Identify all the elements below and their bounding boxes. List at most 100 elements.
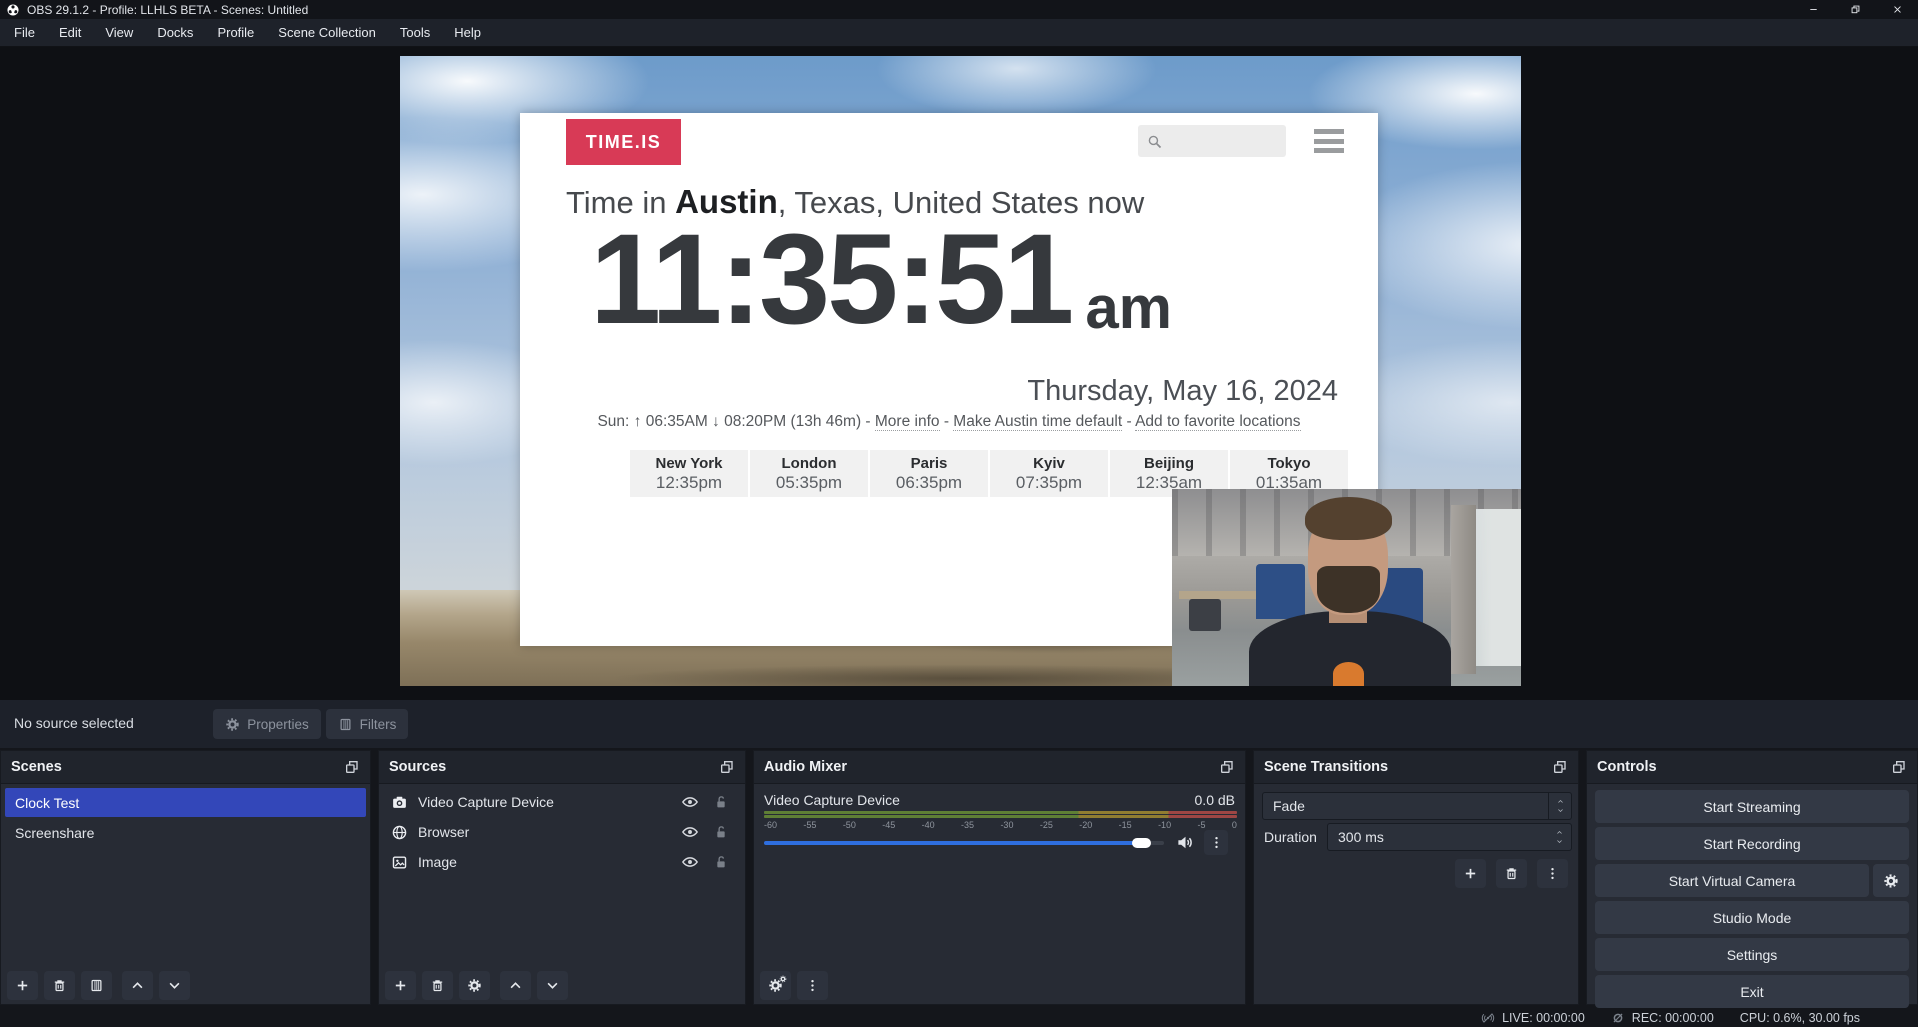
cpu-status: CPU: 0.6%, 30.00 fps [1740,1011,1860,1025]
scenes-panel: Scenes Clock Test Screenshare [0,750,371,1005]
controls-panel: Controls Start Streaming Start Recording… [1586,750,1918,1005]
transition-buttons [1455,859,1568,888]
close-button[interactable] [1876,0,1918,19]
popout-icon[interactable] [1552,759,1568,775]
menu-file[interactable]: File [2,19,47,46]
more-info-link: More info [875,413,940,431]
source-item-browser[interactable]: Browser [381,817,743,847]
popout-icon[interactable] [1219,759,1235,775]
menu-profile[interactable]: Profile [205,19,266,46]
source-move-down-button[interactable] [537,971,568,1000]
restore-button[interactable] [1834,0,1876,19]
city-cell: Paris06:35pm [870,450,988,497]
volume-meter [764,811,1237,818]
sources-header[interactable]: Sources [379,751,745,784]
source-properties-button[interactable] [459,971,490,1000]
scene-item-clock-test[interactable]: Clock Test [5,788,366,817]
exit-button[interactable]: Exit [1595,975,1909,1008]
program-canvas[interactable]: TIME.IS Time in Austin, Texas, United St… [400,56,1521,686]
advanced-audio-button[interactable] [760,971,791,1000]
make-default-link: Make Austin time default [953,413,1122,431]
source-item-image[interactable]: Image [381,847,743,877]
studio-mode-button[interactable]: Studio Mode [1595,901,1909,934]
office-chair [1189,599,1220,631]
start-streaming-button[interactable]: Start Streaming [1595,790,1909,823]
scene-item-screenshare[interactable]: Screenshare [5,818,366,847]
timeis-logo: TIME.IS [566,119,681,165]
menu-edit[interactable]: Edit [47,19,93,46]
select-arrows[interactable] [1548,793,1571,819]
live-broadcast-icon [1481,1011,1495,1025]
time-meridiem: am [1085,281,1172,335]
add-scene-button[interactable] [7,971,38,1000]
preview-area[interactable]: TIME.IS Time in Austin, Texas, United St… [0,47,1918,700]
popout-icon[interactable] [344,759,360,775]
hamburger-menu-icon [1314,129,1344,153]
properties-button[interactable]: Properties [213,709,321,739]
scene-filters-button[interactable] [81,971,112,1000]
city-cell: Kyiv07:35pm [990,450,1108,497]
visibility-eye-icon[interactable] [681,823,699,841]
scene-move-up-button[interactable] [122,971,153,1000]
visibility-eye-icon[interactable] [681,853,699,871]
menu-tools[interactable]: Tools [388,19,442,46]
source-toolbar-row: No source selected Properties Filters [0,700,1918,748]
camera-icon [391,794,408,811]
mixer-menu-button[interactable] [797,971,828,1000]
plus-icon [15,978,30,993]
menu-scene-collection[interactable]: Scene Collection [266,19,388,46]
slider-handle[interactable] [1132,838,1151,848]
spin-arrows[interactable] [1548,824,1571,850]
source-move-up-button[interactable] [500,971,531,1000]
chevron-down-icon [1555,838,1564,845]
transition-select[interactable]: Fade [1262,792,1572,820]
volume-slider[interactable] [764,838,1164,848]
live-status: LIVE: 00:00:00 [1481,1011,1585,1025]
audio-mixer-header[interactable]: Audio Mixer [754,751,1245,784]
scene-move-down-button[interactable] [159,971,190,1000]
popout-icon[interactable] [1891,759,1907,775]
add-transition-button[interactable] [1455,859,1486,888]
transition-options-button[interactable] [1537,859,1568,888]
dots-icon [1545,866,1560,881]
minimize-button[interactable] [1792,0,1834,19]
menu-help[interactable]: Help [442,19,493,46]
timeis-search-input [1138,125,1286,157]
start-virtual-camera-button[interactable]: Start Virtual Camera [1595,864,1869,897]
duration-label: Duration [1264,829,1317,845]
sun-info-line: Sun: ↑ 06:35AM ↓ 08:20PM (13h 46m) - Mor… [520,413,1378,431]
hoodie-graphic [1333,662,1364,686]
source-item-video-capture[interactable]: Video Capture Device [381,787,743,817]
lock-icon[interactable] [713,854,729,870]
gear-icon [225,717,240,732]
start-recording-button[interactable]: Start Recording [1595,827,1909,860]
visibility-eye-icon[interactable] [681,793,699,811]
record-icon [1611,1011,1625,1025]
gear-icon [1883,873,1899,889]
lock-icon[interactable] [713,824,729,840]
speaker-icon[interactable] [1176,833,1195,852]
chevron-down-icon [167,978,182,993]
settings-button[interactable]: Settings [1595,938,1909,971]
remove-source-button[interactable] [422,971,453,1000]
virtual-camera-config-button[interactable] [1873,864,1909,897]
add-source-button[interactable] [385,971,416,1000]
menu-docks[interactable]: Docks [145,19,205,46]
meter-scale: -60-55 -50-45 -40-35 -30-25 -20-15 -10-5… [764,820,1237,830]
scene-transitions-header[interactable]: Scene Transitions [1254,751,1578,784]
remove-transition-button[interactable] [1496,859,1527,888]
controls-header[interactable]: Controls [1587,751,1917,784]
trash-icon [1504,866,1519,881]
mixer-options-button[interactable] [1204,830,1228,855]
menu-view[interactable]: View [93,19,145,46]
scenes-header[interactable]: Scenes [1,751,370,784]
obs-logo-icon [6,3,20,17]
popout-icon[interactable] [719,759,735,775]
audio-toolbar [754,966,1245,1004]
remove-scene-button[interactable] [44,971,75,1000]
duration-spinbox[interactable]: 300 ms [1327,823,1572,851]
status-bar: LIVE: 00:00:00 REC: 00:00:00 CPU: 0.6%, … [0,1008,1918,1027]
image-icon [391,854,408,871]
lock-icon[interactable] [713,794,729,810]
filters-button[interactable]: Filters [326,709,408,739]
